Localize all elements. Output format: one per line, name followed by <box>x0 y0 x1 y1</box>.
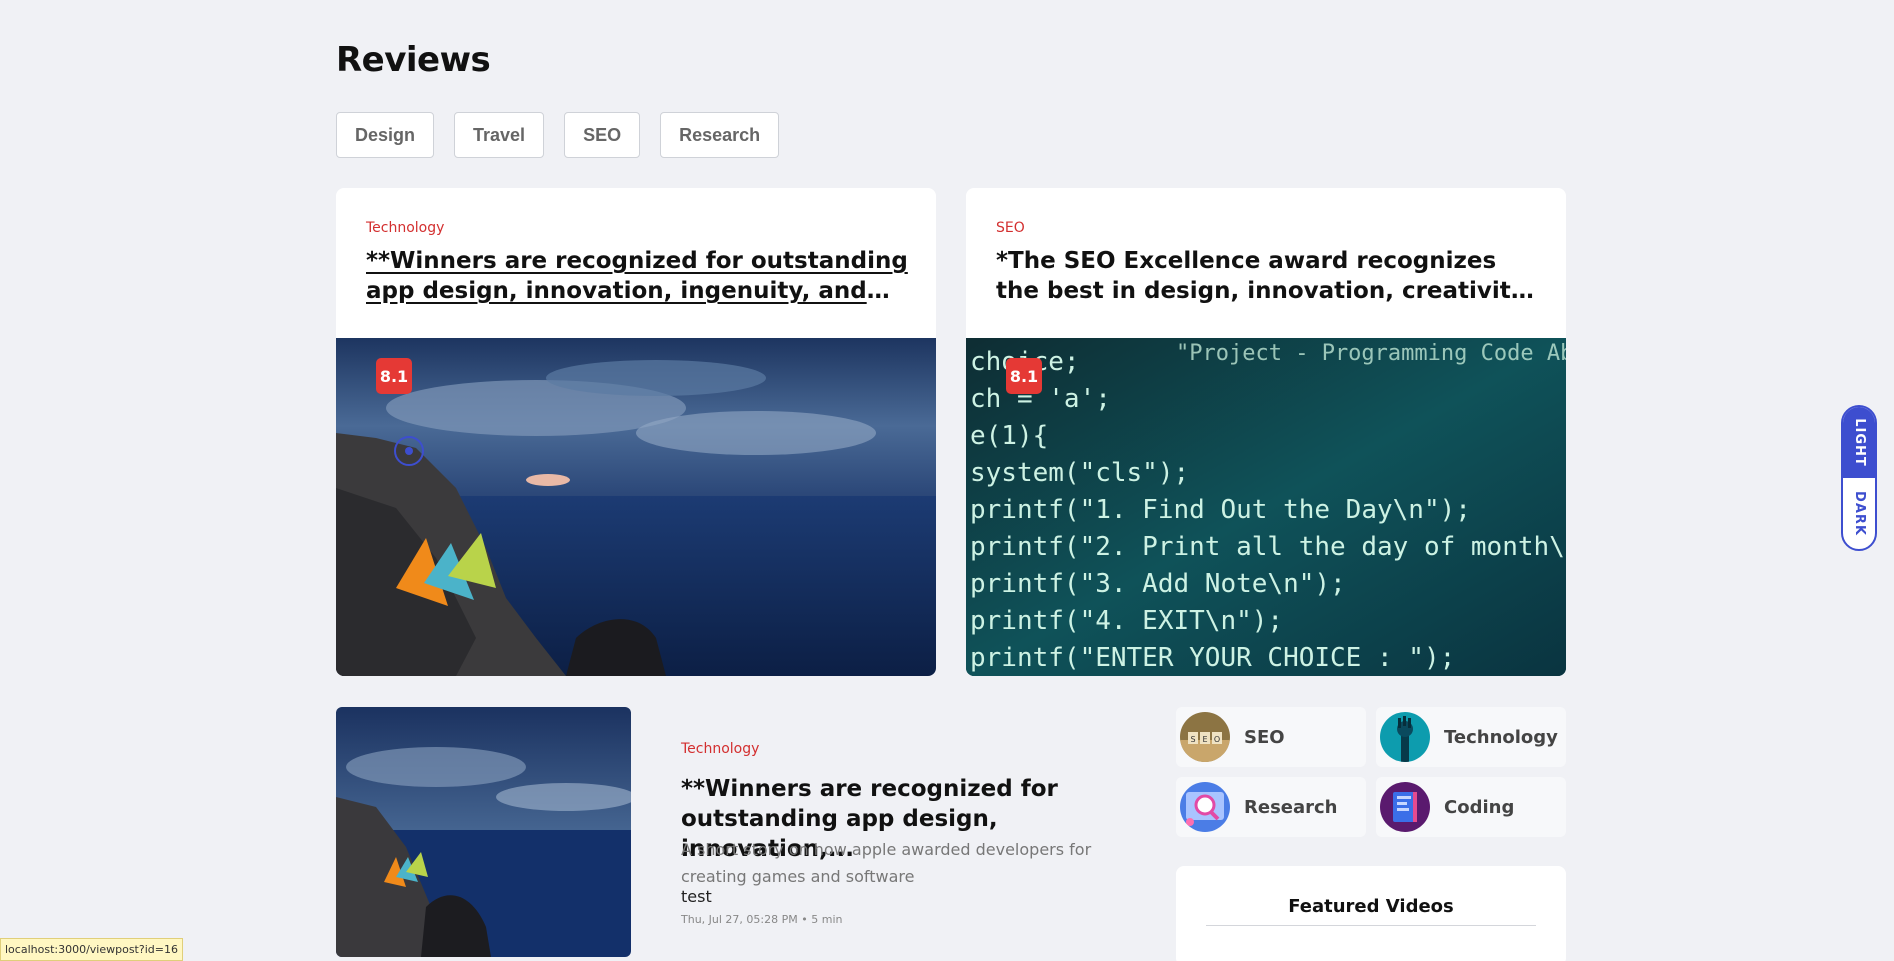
card-category[interactable]: SEO <box>996 220 1025 236</box>
rating-badge: 8.1 <box>1006 358 1042 394</box>
meta-separator: • <box>801 913 812 926</box>
seo-tiles-icon: S E O <box>1180 712 1230 762</box>
filter-design-button[interactable]: Design <box>336 112 435 158</box>
topic-label: SEO <box>1244 726 1285 748</box>
code-line: e(1){ <box>970 421 1048 451</box>
filter-seo-button[interactable]: SEO <box>564 112 641 158</box>
topic-research[interactable]: Research <box>1176 777 1366 837</box>
cursor-ring <box>394 436 424 466</box>
svg-text:S: S <box>1190 735 1195 744</box>
cliff-tents-image <box>336 707 631 957</box>
code-book-icon <box>1380 782 1430 832</box>
dark-mode-button[interactable]: DARK <box>1843 478 1875 549</box>
featured-divider <box>1206 925 1536 926</box>
code-line: printf("ENTER YOUR CHOICE : "); <box>970 643 1455 673</box>
robot-hand-icon <box>1380 712 1430 762</box>
post-meta: Thu, Jul 27, 05:28 PM • 5 min <box>681 913 843 926</box>
post-date: Thu, Jul 27, 05:28 PM <box>681 913 798 926</box>
filter-research-button[interactable]: Research <box>660 112 780 158</box>
code-header: "Project - Programming Code Abstract <box>1176 341 1566 366</box>
code-line: system("cls"); <box>970 458 1189 488</box>
status-bar-url: localhost:3000/viewpost?id=16 <box>0 938 183 961</box>
code-line: printf("3. Add Note\n"); <box>970 569 1346 599</box>
light-mode-button[interactable]: LIGHT <box>1843 407 1875 478</box>
svg-text:E: E <box>1202 735 1207 744</box>
card-title[interactable]: **Winners are recognized for outstanding… <box>366 246 911 306</box>
card-category[interactable]: Technology <box>366 220 444 236</box>
post-category[interactable]: Technology <box>681 741 759 757</box>
code-screen-image: "Project - Programming Code Abstract cho… <box>966 338 1566 676</box>
cliff-tents-image <box>336 338 936 676</box>
topic-seo[interactable]: S E O SEO <box>1176 707 1366 767</box>
featured-videos-panel: Featured Videos <box>1176 866 1566 961</box>
topic-coding[interactable]: Coding <box>1376 777 1566 837</box>
card-title[interactable]: *The SEO Excellence award recognizes the… <box>996 246 1541 306</box>
theme-toggle[interactable]: LIGHT DARK <box>1841 405 1877 551</box>
topic-label: Technology <box>1444 726 1558 748</box>
code-line: printf("4. EXIT\n"); <box>970 606 1283 636</box>
post-description: A short story on how apple awarded devel… <box>681 840 1092 886</box>
topic-technology[interactable]: Technology <box>1376 707 1566 767</box>
card-image[interactable]: "Project - Programming Code Abstract cho… <box>966 338 1566 676</box>
category-filters: Design Travel SEO Research <box>336 112 780 158</box>
post-read-time: 5 min <box>811 913 843 926</box>
code-line: printf("1. Find Out the Day\n"); <box>970 495 1471 525</box>
rating-badge: 8.1 <box>376 358 412 394</box>
topic-label: Coding <box>1444 796 1515 818</box>
dark-label: DARK <box>1851 491 1867 536</box>
post-thumbnail[interactable] <box>336 707 631 957</box>
code-line: printf("2. Print all the day of month\n"… <box>970 532 1566 562</box>
svg-text:O: O <box>1214 735 1220 744</box>
review-card[interactable]: Technology **Winners are recognized for … <box>336 188 936 676</box>
topic-label: Research <box>1244 796 1338 818</box>
post-author[interactable]: test <box>681 887 712 906</box>
featured-videos-title: Featured Videos <box>1288 896 1454 917</box>
light-label: LIGHT <box>1851 418 1867 467</box>
review-card[interactable]: SEO *The SEO Excellence award recognizes… <box>966 188 1566 676</box>
filter-travel-button[interactable]: Travel <box>454 112 545 158</box>
page-title: Reviews <box>336 40 491 80</box>
magnifier-icon <box>1180 782 1230 832</box>
card-image[interactable] <box>336 338 936 676</box>
